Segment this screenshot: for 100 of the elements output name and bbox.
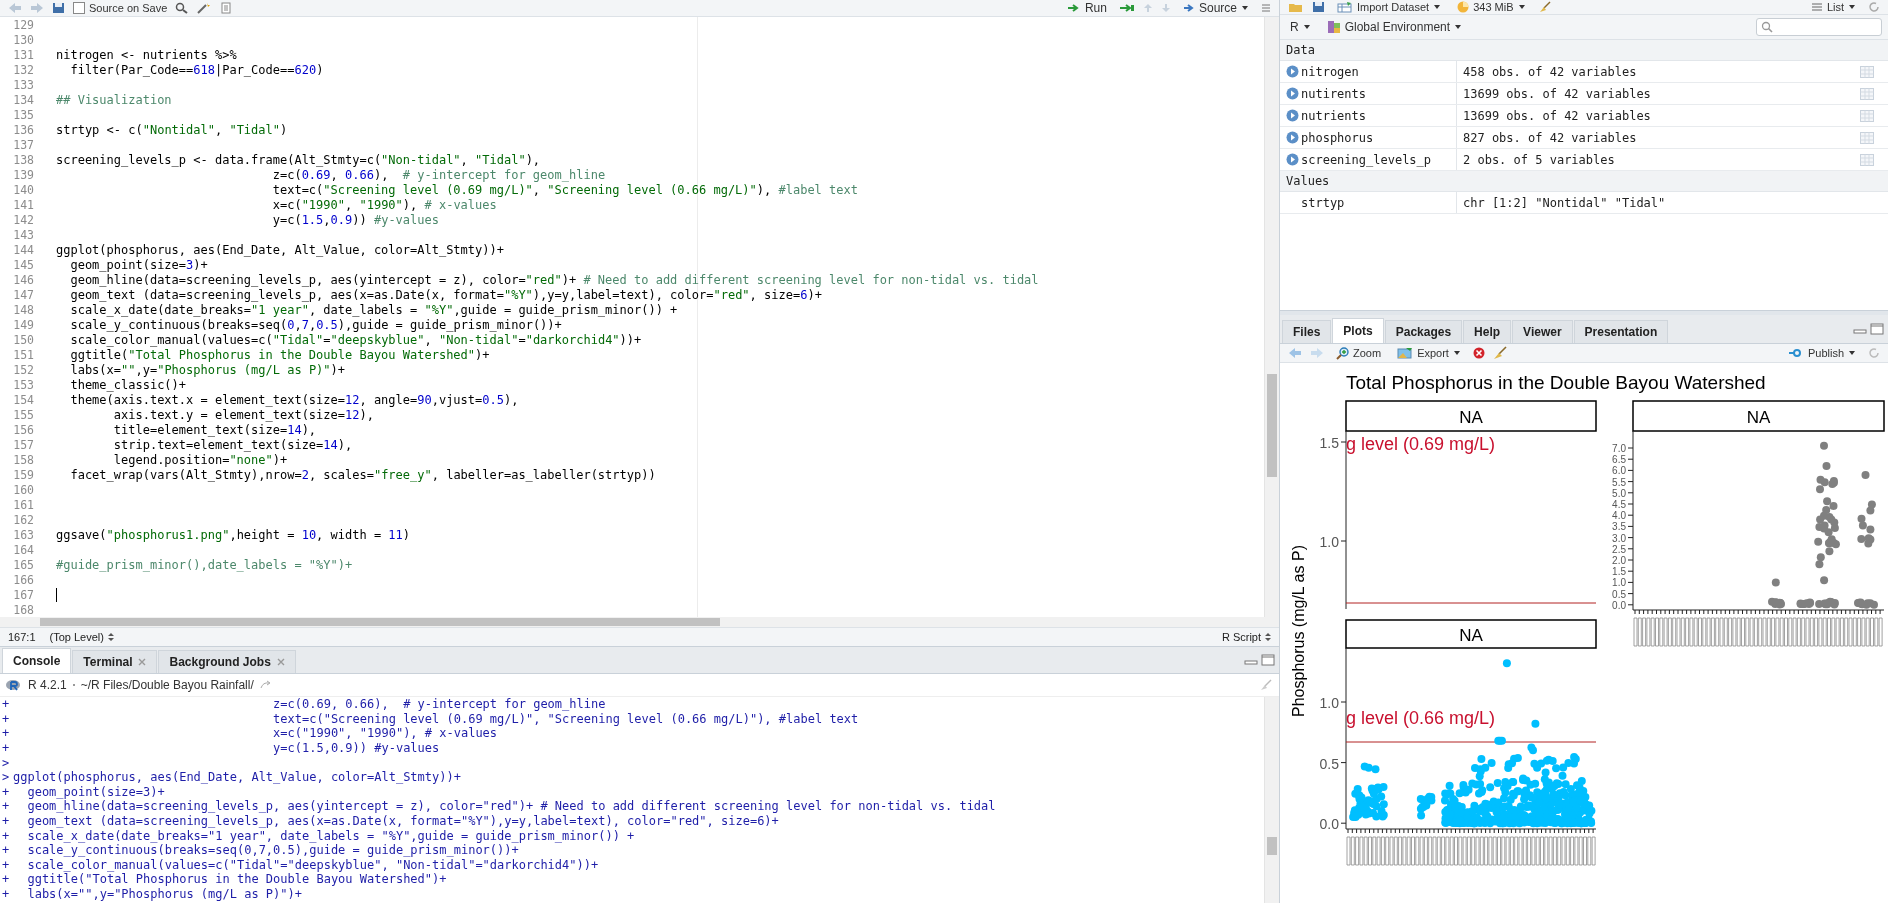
delete-icon[interactable] bbox=[1472, 347, 1485, 359]
down-arrow-icon[interactable] bbox=[1160, 3, 1171, 13]
console-prompt: + bbox=[1, 857, 11, 872]
line-number: 148 bbox=[12, 302, 35, 317]
pane-tab[interactable]: Help bbox=[1463, 320, 1512, 343]
line-number: 139 bbox=[12, 167, 35, 182]
table-view-icon[interactable] bbox=[1860, 153, 1874, 166]
y-axis-label: Phosphorus (mg/L as P) bbox=[1290, 545, 1307, 717]
rerun-icon[interactable] bbox=[1118, 3, 1135, 13]
view-mode-button[interactable]: List bbox=[1806, 1, 1860, 13]
run-button[interactable]: Run bbox=[1062, 1, 1111, 15]
console-prompt: + bbox=[1, 872, 11, 887]
tick-label: 4.0 bbox=[1612, 510, 1626, 522]
zoom-button[interactable]: Zoom bbox=[1332, 346, 1386, 360]
publish-button[interactable]: Publish bbox=[1783, 347, 1860, 359]
tick-label: 6.5 bbox=[1612, 454, 1626, 466]
console-prompt: + bbox=[1, 843, 11, 858]
console-line: scale_y_continuous(breaks=seq(0,7,0.5),guide = guide_prism_minor())+ bbox=[26, 843, 519, 858]
save-icon[interactable] bbox=[52, 2, 65, 14]
caret-icon bbox=[1848, 4, 1856, 10]
variable-value: 827 obs. of 42 variables bbox=[1462, 130, 1638, 145]
line-number: 163 bbox=[12, 527, 35, 542]
refresh-icon[interactable] bbox=[1868, 347, 1880, 359]
code-line: scale_y_continuous(breaks=seq(0,7,0.5),guide = guide_prism_minor())+ bbox=[69, 317, 562, 332]
pane-tab[interactable]: Viewer bbox=[1512, 320, 1573, 343]
back-arrow-icon[interactable] bbox=[1288, 347, 1302, 359]
console-prompt: + bbox=[1, 784, 11, 799]
code-line: strtyp <- c("Nontidal", "Tidal") bbox=[56, 122, 288, 137]
scrollbar[interactable] bbox=[0, 617, 1279, 627]
refresh-icon[interactable] bbox=[1868, 1, 1880, 13]
environment-dropdown[interactable]: Global Environment bbox=[1322, 20, 1467, 34]
table-view-icon[interactable] bbox=[1860, 65, 1874, 78]
file-type-dropdown[interactable]: R Script bbox=[1221, 631, 1271, 643]
table-view-icon[interactable] bbox=[1860, 87, 1874, 100]
table-view-icon[interactable] bbox=[1860, 131, 1874, 144]
export-button[interactable]: Export bbox=[1393, 347, 1465, 359]
close-icon[interactable] bbox=[276, 658, 285, 666]
console-tab[interactable]: Console bbox=[2, 648, 72, 673]
line-number: 131 bbox=[12, 47, 35, 62]
line-number: 161 bbox=[12, 497, 35, 512]
tick-label: 6.0 bbox=[1612, 465, 1626, 477]
line-number: 132 bbox=[12, 62, 35, 77]
language-dropdown[interactable]: R bbox=[1286, 20, 1315, 34]
maximize-icon[interactable] bbox=[1261, 654, 1275, 666]
save-icon[interactable] bbox=[1312, 1, 1325, 13]
broom-icon[interactable] bbox=[1537, 1, 1552, 13]
search-icon[interactable] bbox=[175, 2, 189, 14]
console-line: z=c(0.69, 0.66), # y-intercept for geom_hline bbox=[272, 697, 606, 712]
close-icon[interactable] bbox=[138, 658, 147, 666]
line-number: 155 bbox=[12, 407, 35, 422]
back-arrow-icon[interactable] bbox=[8, 2, 22, 14]
line-number: 154 bbox=[12, 392, 35, 407]
line-number: 144 bbox=[12, 242, 35, 257]
memory-usage-button[interactable]: 343 MiB bbox=[1453, 1, 1530, 13]
line-number: 166 bbox=[12, 572, 35, 587]
tick-label: 0.0 bbox=[1319, 816, 1339, 833]
source-button[interactable]: Source bbox=[1178, 1, 1253, 15]
line-number: 140 bbox=[12, 182, 35, 197]
scope-dropdown[interactable]: (Top Level) bbox=[49, 631, 114, 643]
console-line: x=c("1990", "1990"), # x-values bbox=[272, 726, 498, 741]
line-number: 159 bbox=[12, 467, 35, 482]
code-line: facet_wrap(vars(Alt_Stmty),nrow=2, scales="free_y", labeller=as_labeller(strtyp)) bbox=[69, 467, 656, 482]
maximize-icon[interactable] bbox=[1870, 323, 1884, 335]
broom-icon[interactable] bbox=[1492, 346, 1507, 360]
pane-tab[interactable]: Plots bbox=[1332, 318, 1384, 343]
line-number: 152 bbox=[12, 362, 35, 377]
scrollbar[interactable] bbox=[1264, 17, 1279, 617]
line-number: 135 bbox=[12, 107, 35, 122]
tick-label: 3.0 bbox=[1612, 532, 1626, 544]
code-line: nitrogen <- nutrients %>% bbox=[56, 47, 237, 62]
code-line: ggplot(phosphorus, aes(End_Date, Alt_Value, color=Alt_Stmty))+ bbox=[56, 242, 504, 257]
pane-tab[interactable]: Packages bbox=[1384, 320, 1463, 343]
wand-icon[interactable] bbox=[196, 2, 213, 14]
code-line: ## Visualization bbox=[56, 92, 172, 107]
import-dataset-button[interactable]: Import Dataset bbox=[1333, 1, 1446, 13]
tick-label: 0.0 bbox=[1612, 599, 1626, 611]
scrollbar[interactable] bbox=[1264, 697, 1279, 903]
line-number: 151 bbox=[12, 347, 35, 362]
pane-tab[interactable]: Files bbox=[1282, 320, 1332, 343]
forward-arrow-icon[interactable] bbox=[30, 2, 44, 14]
document-icon[interactable] bbox=[220, 2, 233, 14]
source-on-save-checkbox[interactable]: Source on Save bbox=[73, 2, 168, 14]
variable-name: strtyp bbox=[1301, 195, 1345, 210]
line-number: 137 bbox=[12, 137, 35, 152]
code-line: scale_x_date(date_breaks="1 year", date_labels = "%Y",guide = guide_prism_minor()) + bbox=[69, 302, 678, 317]
search-field[interactable] bbox=[1756, 18, 1882, 36]
broom-icon[interactable] bbox=[1259, 679, 1273, 691]
console-tab[interactable]: Background Jobs bbox=[158, 650, 296, 673]
console-prompt: + bbox=[1, 887, 11, 901]
table-view-icon[interactable] bbox=[1860, 109, 1874, 122]
up-arrow-icon[interactable] bbox=[1142, 3, 1153, 13]
console-tab[interactable]: Terminal bbox=[72, 650, 158, 673]
variable-name: nutirents bbox=[1301, 86, 1367, 101]
console-prompt: + bbox=[1, 799, 11, 814]
pane-tab[interactable]: Presentation bbox=[1573, 320, 1669, 343]
console-line: labs(x="",y="Phosphorus (mg/L as P)")+ bbox=[26, 887, 302, 901]
line-number: 158 bbox=[12, 452, 35, 467]
tick-label: 1.0 bbox=[1319, 534, 1339, 550]
forward-arrow-icon[interactable] bbox=[1310, 347, 1324, 359]
menu-icon[interactable] bbox=[1261, 3, 1271, 13]
